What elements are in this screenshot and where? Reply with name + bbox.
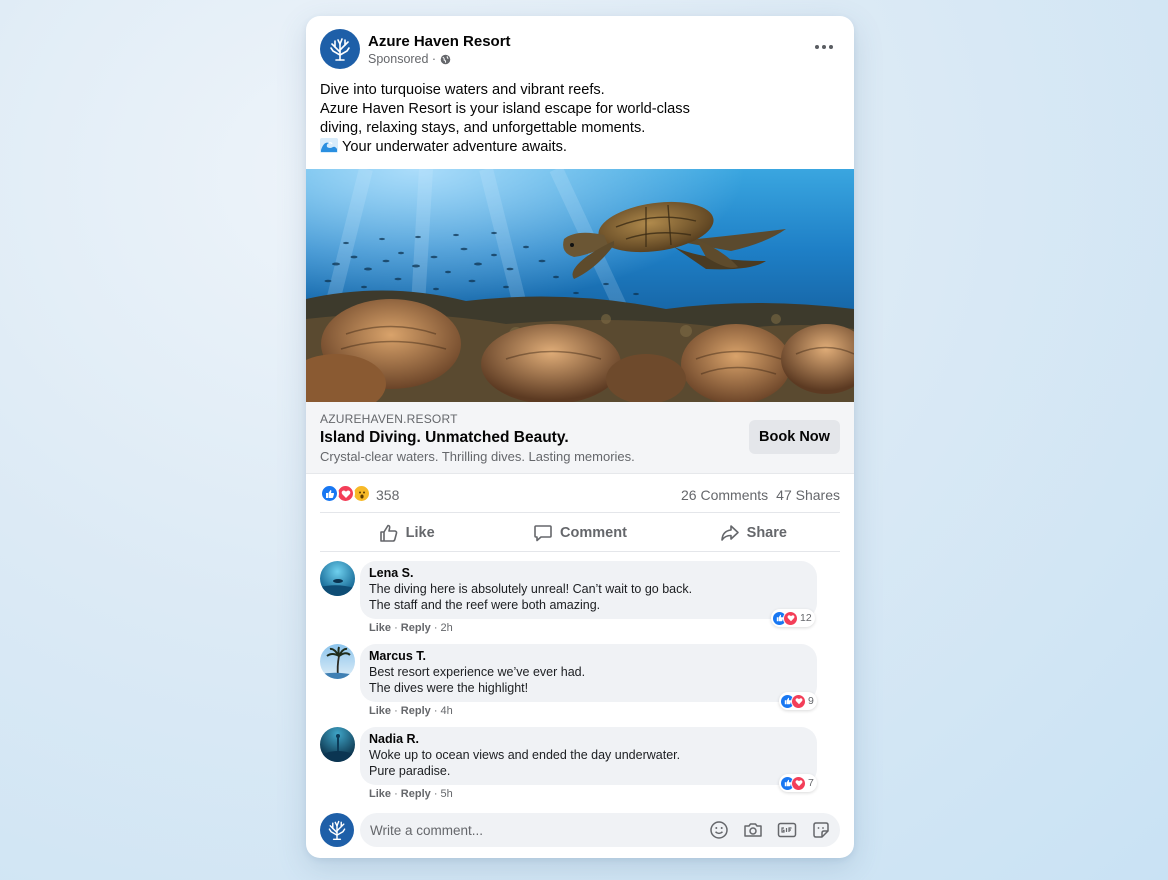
comment-item: Marcus T. Best resort experience we’ve e… [320, 644, 840, 724]
post-image[interactable] [306, 169, 854, 402]
comment-item: Lena S. The diving here is absolutely un… [320, 561, 840, 641]
comment-like-link[interactable]: Like [369, 622, 391, 634]
love-reaction-icon [791, 693, 806, 709]
comment-item: Nadia R. Woke up to ocean views and ende… [320, 727, 840, 807]
comment-reply-link[interactable]: Reply [401, 622, 431, 634]
divider [320, 551, 840, 552]
comment-like-link[interactable]: Like [369, 788, 391, 800]
love-reaction-icon [783, 610, 798, 626]
page-name[interactable]: Azure Haven Resort [368, 33, 511, 50]
comment-like-link[interactable]: Like [369, 705, 391, 717]
comment-share-counts: 26 Comments 47 Shares [673, 487, 840, 503]
comment-text-line: The staff and the reef were both amazing… [369, 598, 601, 612]
wave-icon [320, 138, 338, 153]
sponsored-label-row: Sponsored · [368, 52, 451, 66]
reaction-count[interactable]: 358 [376, 487, 399, 503]
shares-count[interactable]: 47 Shares [776, 487, 840, 503]
composer-icons [708, 819, 832, 841]
globe-icon [440, 54, 451, 64]
love-reaction-icon [791, 775, 806, 791]
commenter-avatar[interactable] [320, 727, 355, 762]
post-header: Azure Haven Resort Sponsored · [320, 29, 840, 69]
comment-author[interactable]: Marcus T. [369, 649, 808, 664]
post-actions: Like Comment Share [320, 515, 840, 551]
comment-reply-link[interactable]: Reply [401, 705, 431, 717]
thumbs-up-icon [379, 524, 397, 542]
comment-bubble: Nadia R. Woke up to ocean views and ende… [360, 727, 817, 785]
caption-line-with-wave: Your underwater adventure awaits. [320, 138, 820, 157]
like-button[interactable]: Like [320, 515, 493, 551]
comment-reactions[interactable]: 12 [771, 609, 815, 627]
share-button[interactable]: Share [667, 515, 840, 551]
comment-button[interactable]: Comment [493, 515, 666, 551]
share-arrow-icon [720, 525, 739, 541]
comment-reply-link[interactable]: Reply [401, 788, 431, 800]
comment-reactions[interactable]: 9 [779, 692, 817, 710]
sticker-icon[interactable] [810, 819, 832, 841]
comment-reaction-count: 9 [808, 695, 814, 707]
comment-bubble-icon [534, 525, 552, 542]
comment-text-line: Woke up to ocean views and ended the day… [369, 748, 681, 762]
link-preview[interactable]: AZUREHAVEN.RESORT Island Diving. Unmatch… [306, 402, 854, 474]
emoji-icon[interactable] [708, 819, 730, 841]
like-reaction-icon [320, 484, 339, 503]
more-options-button[interactable] [810, 37, 838, 57]
sea-turtle-reef-image [306, 169, 854, 402]
link-domain: AZUREHAVEN.RESORT [320, 412, 458, 426]
coral-logo-icon [328, 820, 346, 841]
comment-label: Comment [560, 525, 627, 541]
caption-line: Dive into turquoise waters and vibrant r… [320, 82, 605, 98]
comment-time: · 5h [433, 788, 453, 800]
commenter-avatar[interactable] [320, 644, 355, 679]
page-avatar[interactable] [320, 29, 360, 69]
caption-line: Your underwater adventure awaits. [342, 139, 567, 155]
comment-meta: Like · Reply · 5h [369, 788, 453, 800]
comment-time: · 2h [433, 622, 453, 634]
comment-reactions[interactable]: 7 [779, 774, 817, 792]
share-label: Share [746, 525, 787, 541]
comments-count[interactable]: 26 Comments [681, 487, 768, 503]
reaction-icons[interactable] [320, 484, 374, 504]
comment-text-line: The dives were the highlight! [369, 681, 529, 695]
camera-icon[interactable] [742, 819, 764, 841]
comment-bubble: Lena S. The diving here is absolutely un… [360, 561, 817, 619]
commenter-avatar[interactable] [320, 561, 355, 596]
engagement-stats: 358 26 Comments 47 Shares [320, 482, 840, 506]
comment-author[interactable]: Nadia R. [369, 732, 808, 747]
like-label: Like [405, 525, 435, 541]
divider [320, 512, 840, 513]
comment-meta: Like · Reply · 2h [369, 622, 453, 634]
comment-text-line: Best resort experience we’ve ever had. [369, 665, 586, 679]
caption-line: Azure Haven Resort is your island escape… [320, 101, 690, 117]
caption-line: diving, relaxing stays, and unforgettabl… [320, 120, 646, 136]
coral-logo-icon [330, 38, 350, 61]
comment-bubble: Marcus T. Best resort experience we’ve e… [360, 644, 817, 702]
more-horizontal-icon [815, 45, 819, 49]
comment-text-line: The diving here is absolutely unreal! Ca… [369, 582, 693, 596]
current-page-avatar[interactable] [320, 813, 354, 847]
comment-reaction-count: 12 [800, 612, 812, 624]
comment-reaction-count: 7 [808, 777, 814, 789]
comment-text-line: Pure paradise. [369, 764, 451, 778]
link-description: Crystal-clear waters. Thrilling dives. L… [320, 449, 635, 464]
sponsored-post-card: Azure Haven Resort Sponsored · Dive into… [306, 16, 854, 858]
gif-icon[interactable] [776, 819, 798, 841]
sponsored-label: Sponsored · [368, 52, 437, 66]
book-now-button[interactable]: Book Now [749, 420, 840, 454]
post-caption: Dive into turquoise waters and vibrant r… [320, 81, 820, 157]
link-headline[interactable]: Island Diving. Unmatched Beauty. [320, 429, 569, 447]
comment-author[interactable]: Lena S. [369, 566, 808, 581]
comment-time: · 4h [433, 705, 453, 717]
comment-composer [320, 813, 840, 847]
comment-meta: Like · Reply · 4h [369, 705, 453, 717]
